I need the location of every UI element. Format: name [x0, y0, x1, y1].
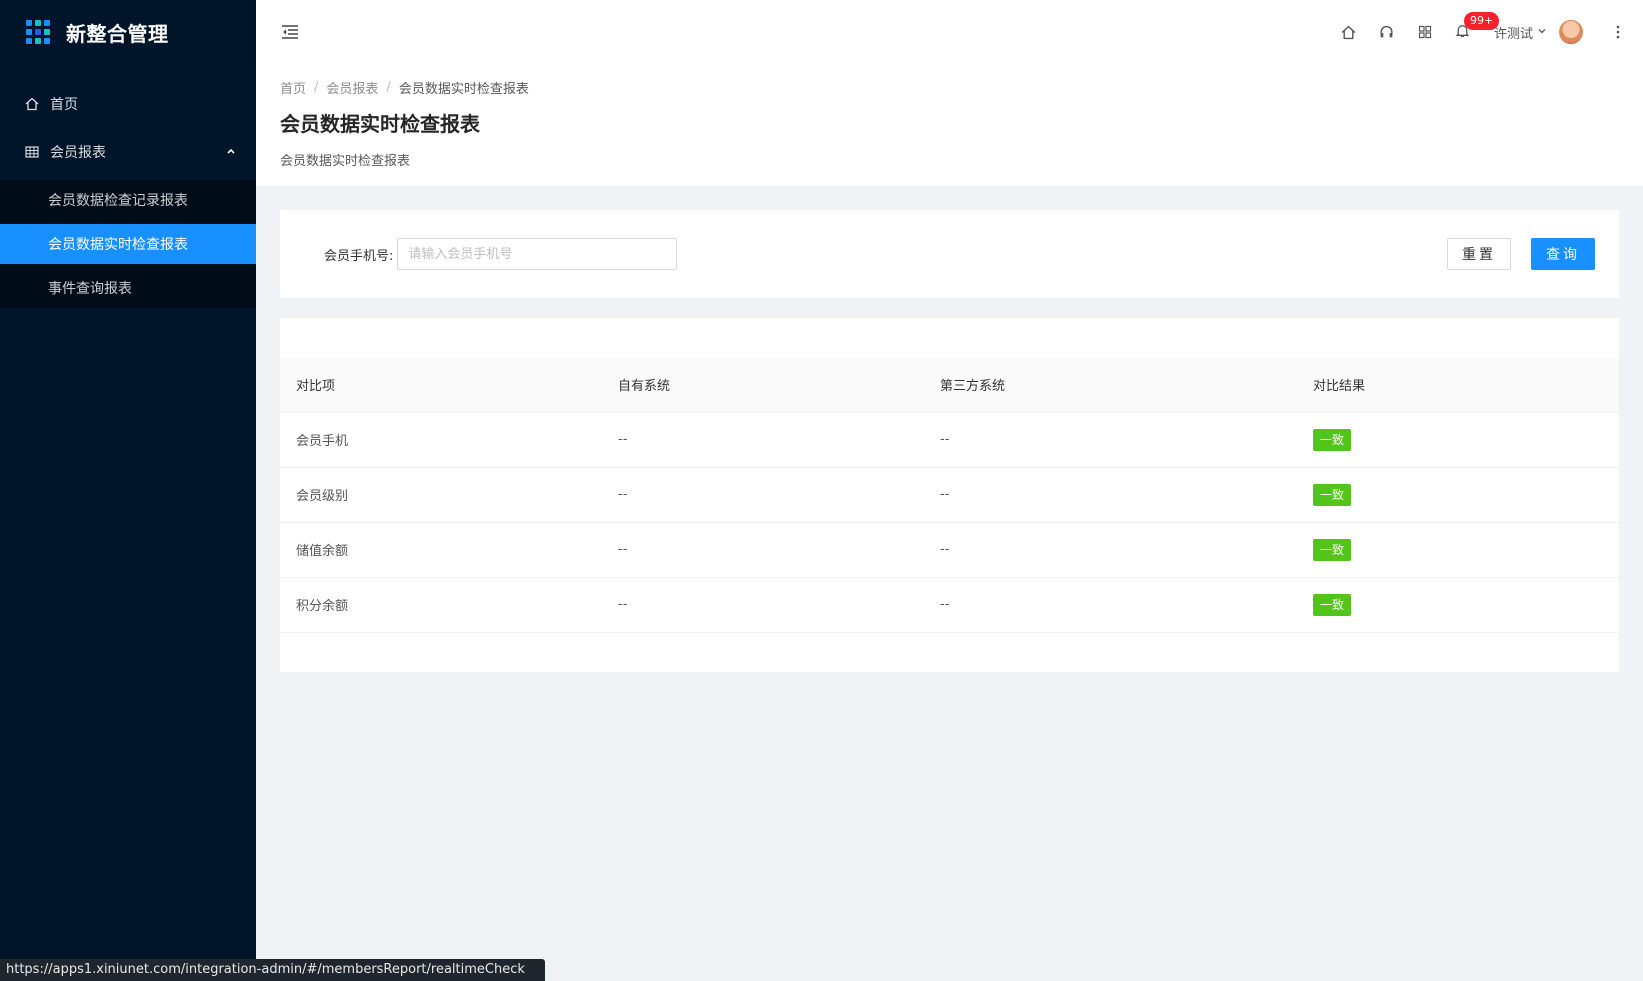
logo[interactable]: 新整合管理	[0, 0, 256, 64]
submenu-member-report: 会员数据检查记录报表 会员数据实时检查报表 事件查询报表	[0, 180, 256, 308]
table-row: 会员级别 -- -- 一致	[280, 467, 1619, 523]
cell-item: 会员级别	[280, 467, 602, 523]
phone-label: 会员手机号:	[324, 248, 394, 264]
query-button[interactable]: 查询	[1531, 238, 1595, 270]
table-icon	[24, 144, 40, 160]
headset-icon[interactable]	[1368, 0, 1406, 64]
result-tag: 一致	[1313, 428, 1352, 451]
apps-icon[interactable]	[1406, 0, 1444, 64]
cell-own-value: --	[602, 467, 924, 523]
notification-badge: 99+	[1463, 12, 1500, 30]
cell-third-value: --	[924, 577, 1297, 633]
comparison-table: 对比项 自有系统 第三方系统 对比结果 会员手机 -- -- 一致 会员级别 -…	[280, 358, 1619, 633]
header-actions: 99+ 许测试	[1330, 0, 1643, 64]
breadcrumb-item-home[interactable]: 首页	[280, 78, 306, 97]
chevron-up-icon	[226, 146, 236, 159]
user-menu[interactable]: 许测试	[1494, 20, 1583, 44]
cell-own-value: --	[602, 412, 924, 468]
search-form: 会员手机号: 重置 查询	[280, 210, 1619, 298]
notification-button[interactable]: 99+	[1444, 0, 1500, 64]
menu-fold-icon[interactable]	[280, 22, 300, 42]
sidebar-item-label: 会员报表	[50, 145, 106, 161]
result-tag: 一致	[1313, 538, 1352, 561]
breadcrumb-separator: /	[314, 79, 319, 95]
table-row: 会员手机 -- -- 一致	[280, 412, 1619, 468]
chevron-down-icon	[1537, 26, 1547, 39]
home-icon[interactable]	[1330, 0, 1368, 64]
result-tag: 一致	[1313, 593, 1352, 616]
browser-status-url: https://apps1.xiniunet.com/integration-a…	[0, 959, 545, 981]
column-header-result: 对比结果	[1297, 358, 1619, 413]
sidebar-item-check-record-report[interactable]: 会员数据检查记录报表	[0, 180, 256, 220]
comparison-table-card: 对比项 自有系统 第三方系统 对比结果 会员手机 -- -- 一致 会员级别 -…	[280, 318, 1619, 672]
cell-third-value: --	[924, 522, 1297, 578]
cell-item: 储值余额	[280, 522, 602, 578]
app-grid-icon	[26, 20, 50, 44]
sidebar-item-member-report[interactable]: 会员报表	[0, 128, 256, 176]
cell-third-value: --	[924, 467, 1297, 523]
cell-item: 积分余额	[280, 577, 602, 633]
breadcrumb-item-current: 会员数据实时检查报表	[398, 81, 529, 97]
sidebar-menu: 首页 会员报表 会员数据检查记录报表 会员数据实时检查报表 事件查询报表	[0, 80, 256, 308]
table-row: 储值余额 -- -- 一致	[280, 522, 1619, 578]
sidebar-item-home[interactable]: 首页	[0, 80, 256, 128]
more-vertical-icon[interactable]	[1603, 0, 1633, 64]
sidebar-item-event-query-report[interactable]: 事件查询报表	[0, 268, 256, 308]
column-header-own-system: 自有系统	[602, 358, 924, 413]
cell-third-value: --	[924, 412, 1297, 468]
column-header-item: 对比项	[280, 358, 602, 413]
search-buttons: 重置 查询	[1447, 238, 1595, 270]
sidebar: 新整合管理 首页 会员报表 会员数据检查记录报表 会员数据实时检查报表 事件查询…	[0, 0, 256, 981]
breadcrumb-separator: /	[386, 79, 391, 95]
phone-input[interactable]	[397, 238, 678, 270]
column-header-third-party: 第三方系统	[924, 358, 1297, 413]
table-row: 积分余额 -- -- 一致	[280, 577, 1619, 633]
sidebar-item-label: 首页	[50, 97, 78, 113]
reset-button[interactable]: 重置	[1447, 238, 1511, 270]
cell-own-value: --	[602, 522, 924, 578]
avatar[interactable]	[1559, 20, 1583, 44]
result-tag: 一致	[1313, 483, 1352, 506]
page-description: 会员数据实时检查报表	[280, 154, 411, 169]
cell-own-value: --	[602, 577, 924, 633]
table-header-row: 对比项 自有系统 第三方系统 对比结果	[280, 358, 1619, 413]
page-title: 会员数据实时检查报表	[280, 112, 480, 136]
breadcrumb: 首页 / 会员报表 / 会员数据实时检查报表	[280, 78, 1619, 97]
breadcrumb-item-member-report[interactable]: 会员报表	[326, 78, 378, 97]
page-header: 首页 / 会员报表 / 会员数据实时检查报表 会员数据实时检查报表 会员数据实时…	[256, 64, 1643, 186]
user-name: 许测试	[1493, 26, 1533, 42]
top-header: 99+ 许测试	[256, 0, 1643, 64]
sidebar-item-realtime-check-report[interactable]: 会员数据实时检查报表	[0, 224, 256, 264]
home-icon	[24, 96, 40, 112]
app-title: 新整合管理	[66, 21, 169, 46]
cell-item: 会员手机	[280, 412, 602, 468]
